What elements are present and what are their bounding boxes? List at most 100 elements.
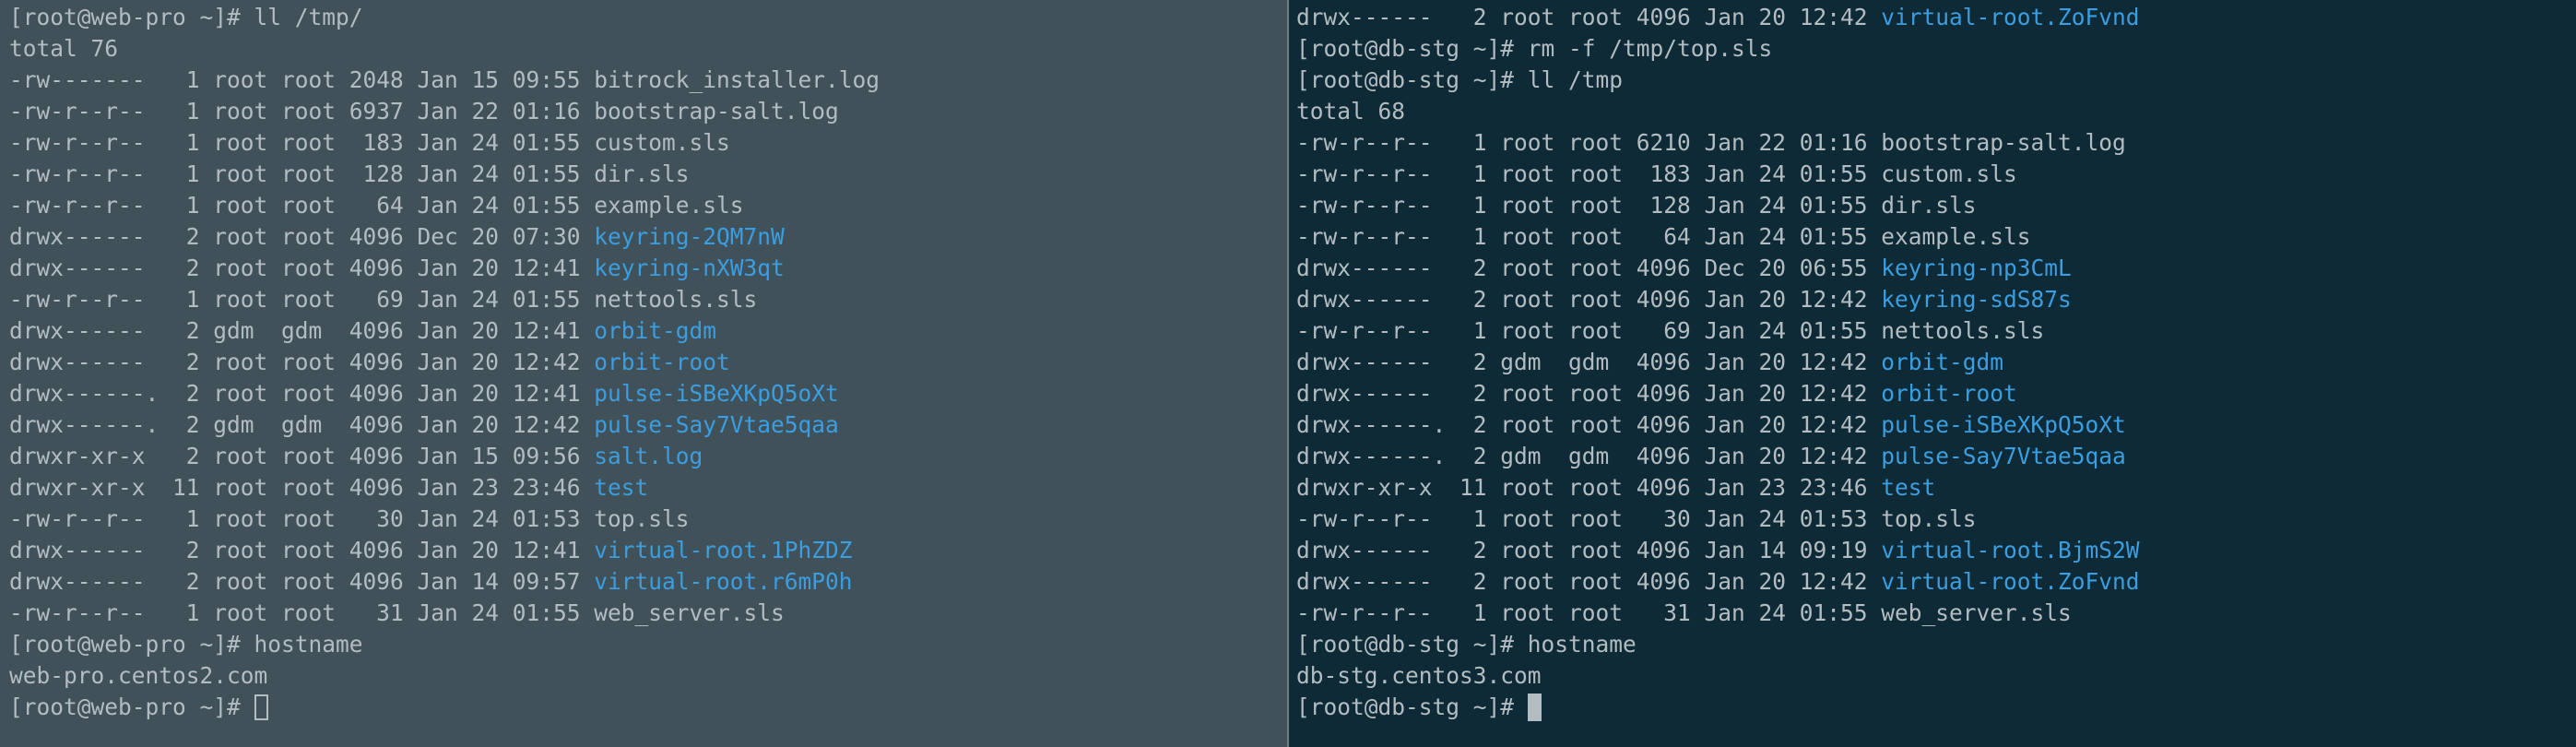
file-name: web_server.sls xyxy=(1881,599,2072,626)
terminal-line: drwx------ 2 root root 4096 Jan 14 09:19… xyxy=(1296,535,2576,566)
terminal-line: drwx------ 2 root root 4096 Jan 20 12:41… xyxy=(9,253,1287,284)
ls-entry-meta: drwx------ 2 gdm gdm 4096 Jan 20 12:41 xyxy=(9,317,595,344)
file-name: example.sls xyxy=(1881,223,2031,250)
terminal-line: -rw-r--r-- 1 root root 30 Jan 24 01:53 t… xyxy=(9,504,1287,535)
terminal-line: drwx------. 2 root root 4096 Jan 20 12:4… xyxy=(1296,409,2576,441)
file-name: web_server.sls xyxy=(594,599,785,626)
terminal-line: -rw-r--r-- 1 root root 64 Jan 24 01:55 e… xyxy=(9,190,1287,221)
terminal-line: total 76 xyxy=(9,33,1287,65)
ls-entry-meta: drwx------ 2 root root 4096 Jan 20 12:41 xyxy=(9,537,595,563)
ls-entry-meta: -rw-r--r-- 1 root root 30 Jan 24 01:53 xyxy=(9,505,595,532)
file-name: bootstrap-salt.log xyxy=(594,98,839,125)
ls-entry-meta: -rw------- 1 root root 2048 Jan 15 09:55 xyxy=(9,66,595,93)
terminal-text: total 76 xyxy=(9,35,119,62)
ls-entry-meta: drwx------ 2 root root 4096 Dec 20 06:55 xyxy=(1296,255,1882,281)
file-name: top.sls xyxy=(1881,505,1977,532)
ls-entry-meta: drwx------ 2 root root 4096 Jan 20 12:42 xyxy=(1296,568,1882,595)
directory-name: keyring-2QM7nW xyxy=(594,223,785,250)
ls-entry-meta: -rw-r--r-- 1 root root 64 Jan 24 01:55 xyxy=(9,192,595,219)
directory-name: pulse-Say7Vtae5qaa xyxy=(1881,443,2126,469)
directory-name: orbit-gdm xyxy=(594,317,717,344)
directory-name: virtual-root.r6mP0h xyxy=(594,568,853,595)
ls-entry-meta: drwxr-xr-x 11 root root 4096 Jan 23 23:4… xyxy=(9,474,595,501)
terminal-line: drwx------ 2 root root 4096 Jan 14 09:57… xyxy=(9,566,1287,598)
terminal-line: web-pro.centos2.com xyxy=(9,660,1287,692)
terminal-line: drwx------ 2 root root 4096 Dec 20 06:55… xyxy=(1296,253,2576,284)
terminal-text: [root@db-stg ~]# xyxy=(1296,694,1528,720)
terminal-line: -rw-r--r-- 1 root root 6210 Jan 22 01:16… xyxy=(1296,127,2576,159)
file-name: bootstrap-salt.log xyxy=(1881,129,2126,156)
terminal-line: total 68 xyxy=(1296,96,2576,127)
cursor-icon xyxy=(1527,694,1542,721)
terminal-line: -rw-r--r-- 1 root root 69 Jan 24 01:55 n… xyxy=(9,284,1287,315)
terminal-line: drwx------ 2 root root 4096 Jan 20 12:42… xyxy=(1296,378,2576,409)
terminal-line: drwxr-xr-x 11 root root 4096 Jan 23 23:4… xyxy=(9,472,1287,504)
terminal-line: drwx------ 2 root root 4096 Dec 20 07:30… xyxy=(9,221,1287,253)
terminal-line: -rw-r--r-- 1 root root 128 Jan 24 01:55 … xyxy=(9,159,1287,190)
terminal-line: -rw-r--r-- 1 root root 6937 Jan 22 01:16… xyxy=(9,96,1287,127)
directory-name: keyring-np3CmL xyxy=(1881,255,2072,281)
terminal-line: drwx------ 2 root root 4096 Jan 20 12:42… xyxy=(1296,284,2576,315)
directory-name: salt.log xyxy=(594,443,703,469)
terminal-line: [root@db-stg ~]# hostname xyxy=(1296,629,2576,660)
ls-entry-meta: -rw-r--r-- 1 root root 128 Jan 24 01:55 xyxy=(1296,192,1882,219)
directory-name: pulse-Say7Vtae5qaa xyxy=(594,411,839,438)
terminal-text: [root@db-stg ~]# hostname xyxy=(1296,631,1637,658)
ls-entry-meta: drwx------ 2 root root 4096 Jan 14 09:57 xyxy=(9,568,595,595)
terminal-line: drwx------. 2 gdm gdm 4096 Jan 20 12:42 … xyxy=(1296,441,2576,472)
ls-entry-meta: drwxr-xr-x 2 root root 4096 Jan 15 09:56 xyxy=(9,443,595,469)
ls-entry-meta: -rw-r--r-- 1 root root 30 Jan 24 01:53 xyxy=(1296,505,1882,532)
directory-name: keyring-nXW3qt xyxy=(594,255,785,281)
ls-entry-meta: -rw-r--r-- 1 root root 6210 Jan 22 01:16 xyxy=(1296,129,1882,156)
terminal-line: drwxr-xr-x 2 root root 4096 Jan 15 09:56… xyxy=(9,441,1287,472)
terminal-line: [root@web-pro ~]# hostname xyxy=(9,629,1287,660)
terminal-line: -rw-r--r-- 1 root root 31 Jan 24 01:55 w… xyxy=(9,598,1287,629)
terminal-line: [root@db-stg ~]# xyxy=(1296,692,2576,723)
terminal-line: drwx------ 2 root root 4096 Jan 20 12:42… xyxy=(1296,566,2576,598)
ls-entry-meta: -rw-r--r-- 1 root root 183 Jan 24 01:55 xyxy=(9,129,595,156)
terminal-pane-db-stg[interactable]: drwx------ 2 root root 4096 Jan 20 12:42… xyxy=(1289,0,2576,747)
terminal-line: drwx------ 2 root root 4096 Jan 20 12:42… xyxy=(9,347,1287,378)
terminal-line: drwx------ 2 gdm gdm 4096 Jan 20 12:41 o… xyxy=(9,315,1287,347)
terminal-line: drwxr-xr-x 11 root root 4096 Jan 23 23:4… xyxy=(1296,472,2576,504)
terminal-line: [root@db-stg ~]# rm -f /tmp/top.sls xyxy=(1296,33,2576,65)
file-name: custom.sls xyxy=(594,129,730,156)
directory-name: orbit-root xyxy=(594,349,730,375)
file-name: example.sls xyxy=(594,192,744,219)
ls-entry-meta: -rw-r--r-- 1 root root 64 Jan 24 01:55 xyxy=(1296,223,1882,250)
ls-entry-meta: drwx------ 2 root root 4096 Jan 20 12:42 xyxy=(1296,380,1882,407)
terminal-line: drwx------ 2 root root 4096 Jan 20 12:41… xyxy=(9,535,1287,566)
split-terminal: [root@web-pro ~]# ll /tmp/total 76 -rw---… xyxy=(0,0,2576,747)
directory-name: pulse-iSBeXKpQ5oXt xyxy=(1881,411,2126,438)
ls-entry-meta: drwx------. 2 gdm gdm 4096 Jan 20 12:42 xyxy=(1296,443,1882,469)
ls-entry-meta: -rw-r--r-- 1 root root 6937 Jan 22 01:16 xyxy=(9,98,595,125)
file-name: custom.sls xyxy=(1881,160,2017,187)
terminal-text: [root@db-stg ~]# rm -f /tmp/top.sls xyxy=(1296,35,1773,62)
ls-entry-meta: drwx------. 2 root root 4096 Jan 20 12:4… xyxy=(9,380,595,407)
terminal-text: total 68 xyxy=(1296,98,1406,125)
terminal-text: db-stg.centos3.com xyxy=(1296,662,1542,689)
directory-name: pulse-iSBeXKpQ5oXt xyxy=(594,380,839,407)
terminal-line: db-stg.centos3.com xyxy=(1296,660,2576,692)
terminal-text: web-pro.centos2.com xyxy=(9,662,268,689)
ls-entry-meta: -rw-r--r-- 1 root root 31 Jan 24 01:55 xyxy=(1296,599,1882,626)
file-name: dir.sls xyxy=(594,160,690,187)
ls-entry-meta: drwx------ 2 root root 4096 Jan 20 12:41 xyxy=(9,255,595,281)
ls-entry-meta: drwx------ 2 root root 4096 Jan 14 09:19 xyxy=(1296,537,1882,563)
directory-name: virtual-root.1PhZDZ xyxy=(594,537,853,563)
directory-name: orbit-root xyxy=(1881,380,2017,407)
directory-name: virtual-root.ZoFvnd xyxy=(1881,568,2140,595)
ls-entry-meta: drwx------. 2 root root 4096 Jan 20 12:4… xyxy=(1296,411,1882,438)
terminal-line: -rw-r--r-- 1 root root 183 Jan 24 01:55 … xyxy=(1296,159,2576,190)
file-name: dir.sls xyxy=(1881,192,1977,219)
terminal-text: [root@db-stg ~]# ll /tmp xyxy=(1296,66,1624,93)
terminal-line: -rw-r--r-- 1 root root 30 Jan 24 01:53 t… xyxy=(1296,504,2576,535)
terminal-pane-web-pro[interactable]: [root@web-pro ~]# ll /tmp/total 76 -rw---… xyxy=(0,0,1287,747)
terminal-line: -rw-r--r-- 1 root root 69 Jan 24 01:55 n… xyxy=(1296,315,2576,347)
ls-entry-meta: drwx------ 2 root root 4096 Dec 20 07:30 xyxy=(9,223,595,250)
ls-entry-meta: drwx------. 2 gdm gdm 4096 Jan 20 12:42 xyxy=(9,411,595,438)
directory-name: orbit-gdm xyxy=(1881,349,2004,375)
terminal-line: -rw-r--r-- 1 root root 183 Jan 24 01:55 … xyxy=(9,127,1287,159)
ls-entry-meta: -rw-r--r-- 1 root root 31 Jan 24 01:55 xyxy=(9,599,595,626)
file-name: nettools.sls xyxy=(1881,317,2045,344)
